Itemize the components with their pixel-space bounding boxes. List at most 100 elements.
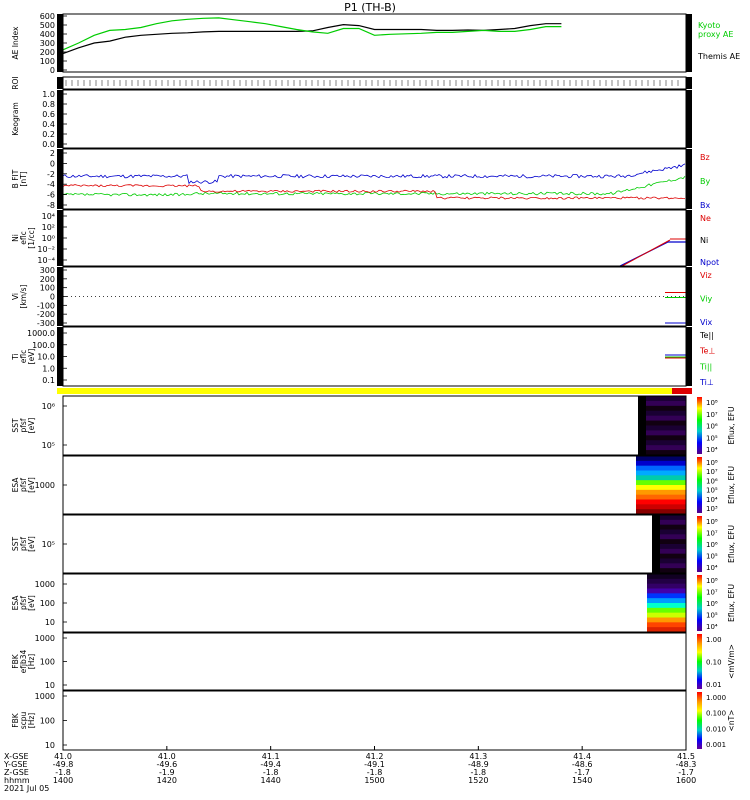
panel-fbk2-zlabel: <nT> (727, 710, 736, 732)
panel-density-ytick-label: 10⁰ (42, 234, 55, 243)
panel-esa2-zlabel: Eflux, EFU (727, 584, 736, 622)
panel-ae-ytick-label: 400 (40, 30, 55, 39)
x-tick-label-time: 1600 (676, 776, 696, 785)
panel-bfield-ytick-label: -6 (47, 191, 55, 200)
panel-esa2-ztick-label: 10⁴ (706, 623, 718, 631)
panel-ae-ytick-label: 100 (40, 57, 55, 66)
panel-esa1-cell (636, 460, 686, 467)
panel-esa2-cell (647, 593, 686, 599)
panel-density-legend-label: Ni (700, 236, 708, 245)
panel-bfield-ylabel-1: [nT] (19, 171, 28, 186)
panel-ae-legend-proxy: proxy AE (698, 30, 733, 39)
panel-esa1-colorbar (697, 457, 702, 513)
panel-ae-ytick-label: 300 (40, 39, 55, 48)
panel-density-frame (62, 209, 687, 267)
panel-keogram-ylabel-0: Keogram (11, 102, 20, 136)
panel-sst1-cell (638, 396, 646, 455)
panel-esa2-cell (647, 578, 686, 585)
panel-esa1-ytick-label: 1000 (35, 481, 55, 490)
panel-sst1-zlabel: Eflux, EFU (727, 407, 736, 445)
panel-ae-ytick-label: 200 (40, 48, 55, 57)
panel-velocity-ylabel-1: [km/s] (19, 284, 28, 308)
panel-keogram-ytick-label: 0.0 (42, 140, 55, 149)
panel-bfield-left-edge (57, 149, 63, 209)
panel-fbk2-ztick-label: 0.100 (706, 710, 726, 718)
panel-roi-left-edge (57, 77, 63, 89)
panel-velocity-legend-label: Viy (700, 295, 713, 304)
panel-ae-ytick-label: 600 (40, 12, 55, 21)
panel-fbk1-zlabel: <mV/m> (727, 644, 736, 679)
panel-esa1-cell (636, 456, 686, 462)
panel-velocity-ytick-label: -200 (37, 310, 55, 319)
panel-esa1-ztick-label: 10⁷ (706, 468, 718, 476)
panel-esa2-cell (647, 622, 686, 628)
panel-temperature-right-edge (686, 327, 692, 386)
panel-ae-ytick-label: 500 (40, 21, 55, 30)
panel-esa1-cell (636, 465, 686, 471)
panel-esa1-cell (636, 489, 686, 496)
panel-sst2-zlabel: Eflux, EFU (727, 525, 736, 563)
panel-bfield-right-edge (686, 149, 692, 209)
panel-velocity-ytick-label: 0 (50, 293, 55, 302)
figure-title: P1 (TH-B) (344, 1, 396, 14)
panel-ae-frame (62, 13, 687, 73)
panel-velocity-ytick-label: -100 (37, 301, 55, 310)
panel-bfield-ytick-label: -8 (47, 201, 55, 210)
panel-esa2-ylabel-2: [eV] (27, 595, 36, 611)
panel-keogram-frame (62, 89, 687, 149)
panel-bfield-series-bx (62, 163, 686, 185)
panel-bfield-legend-label: By (700, 177, 710, 186)
panel-fbk1-ytick-label: 100 (40, 658, 55, 667)
panel-temperature-legend-label: Te|| (699, 331, 714, 340)
x-tick-label-time: 1400 (53, 776, 73, 785)
panel-velocity-legend-label: Vix (700, 318, 713, 327)
panel-sst2-ztick-label: 10⁴ (706, 564, 718, 572)
panel-fbk2-frame (62, 690, 687, 751)
panel-esa2-ytick-label: 10 (45, 618, 55, 627)
panel-esa2-cell (647, 588, 686, 594)
panel-density-ytick-label: 10⁴ (42, 212, 55, 221)
panel-sst1-ylabel-2: [eV] (27, 418, 36, 434)
panel-velocity-legend-label: Viz (700, 271, 712, 280)
panel-sst2-ylabel-2: [eV] (27, 536, 36, 552)
panel-temperature-legend-label: Ti⊥ (699, 378, 714, 387)
panel-esa2-ytick-label: 100 (40, 599, 55, 608)
panel-sst1-ztick-label: 10⁶ (706, 423, 718, 431)
x-row-label: 2021 Jul 05 (4, 784, 49, 793)
panel-sst2-ytick-label: 10⁵ (42, 540, 55, 549)
x-tick-label-time: 1420 (157, 776, 177, 785)
panel-bfield-ytick-label: -4 (47, 180, 55, 189)
panel-bfield-frame (62, 148, 687, 210)
panel-velocity-ytick-label: 200 (40, 275, 55, 284)
panel-esa2-cell (647, 574, 686, 580)
panel-roi-ylabel-0: ROI (11, 76, 20, 89)
panel-sst2-ztick-label: 10⁵ (706, 553, 718, 561)
panel-fbk2-ztick-label: 1.000 (706, 694, 726, 702)
panel-ae-ylabel-0: AE Index (11, 26, 20, 59)
panel-esa1-ztick-label: 10⁸ (706, 459, 718, 467)
panel-esa2-ztick-label: 10⁸ (706, 577, 718, 585)
panel-bfield-ytick-label: -2 (47, 170, 55, 179)
panel-fbk2-ytick-label: 10 (45, 741, 55, 750)
panel-ae-legend-themis: Themis AE (697, 52, 740, 61)
panel-esa1-ztick-label: 10⁴ (706, 496, 718, 504)
panel-temperature-ylabel-2: [eV] (27, 349, 36, 365)
panel-sst1-ytick-label: 10⁶ (42, 402, 55, 411)
panel-temperature-ytick-label: 0.1 (42, 376, 55, 385)
panel-ae-left-edge (57, 14, 63, 72)
panel-temperature-ytick-label: 10.0 (37, 353, 55, 362)
panel-bfield-ytick-label: 0 (50, 159, 55, 168)
panel-velocity-ytick-label: 100 (40, 284, 55, 293)
panel-sst2-frame (62, 514, 687, 574)
panels: AE Index6005004003002001000Kyotoproxy AE… (11, 12, 740, 751)
panel-roi-right-edge (686, 77, 692, 89)
panel-fbk2-ztick-label: 0.010 (706, 725, 726, 733)
panel-keogram-ytick-label: 0.8 (42, 100, 55, 109)
panel-fbk2-ytick-label: 1000 (35, 692, 55, 701)
panel-temperature-left-edge (57, 327, 63, 386)
panel-esa1-cell (636, 485, 686, 491)
panel-keogram-left-edge (57, 90, 63, 148)
panel-keogram-right-edge (686, 90, 692, 148)
panel-esa2-frame (62, 573, 687, 633)
panel-esa2-cell (647, 598, 686, 604)
